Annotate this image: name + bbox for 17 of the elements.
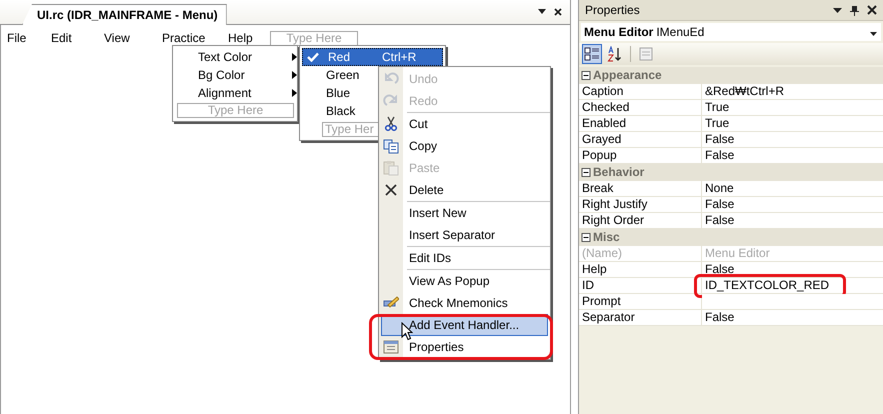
category-label: Appearance: [593, 68, 662, 82]
property-name: Enabled: [579, 116, 702, 132]
category-label: Behavior: [593, 165, 644, 179]
category-label: Misc: [593, 230, 620, 244]
property-name: Caption: [579, 84, 702, 100]
property-name: Help: [579, 262, 702, 278]
property-name: Break: [579, 181, 702, 197]
property-name: Grayed: [579, 132, 702, 148]
panel-title: Properties: [585, 3, 641, 17]
property-name: Right Justify: [579, 197, 702, 213]
property-name: ID: [579, 278, 702, 294]
property-name: Separator: [579, 310, 702, 326]
property-name: (Name): [579, 246, 702, 262]
property-name: Right Order: [579, 213, 702, 229]
property-name: Popup: [579, 148, 702, 164]
property-name: Checked: [579, 100, 702, 116]
property-name: Prompt: [579, 294, 702, 310]
